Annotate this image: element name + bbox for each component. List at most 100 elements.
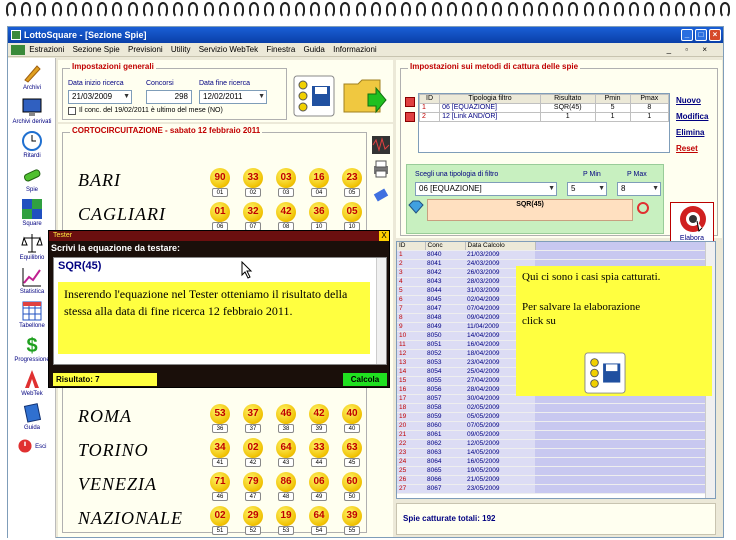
- table-row[interactable]: 21 8061 09/05/2009: [397, 430, 715, 441]
- maximize-button[interactable]: □: [695, 29, 707, 41]
- printer-icon[interactable]: [372, 160, 390, 178]
- table-row[interactable]: 19 8059 05/05/2009: [397, 412, 715, 423]
- lotto-ball[interactable]: 79: [243, 472, 263, 492]
- sidebar-item-spie[interactable]: Spie: [8, 164, 56, 193]
- lotto-ball[interactable]: 71: [210, 472, 230, 492]
- eraser-icon[interactable]: [372, 186, 390, 204]
- lotto-ball[interactable]: 06: [309, 472, 329, 492]
- menu-utility[interactable]: Utility: [171, 45, 191, 54]
- lotto-ball[interactable]: 53: [210, 404, 230, 424]
- reset-link[interactable]: Reset: [676, 144, 698, 153]
- sidebar-item-esci[interactable]: Esci: [8, 438, 56, 455]
- close-button[interactable]: ×: [709, 29, 721, 41]
- lotto-ball[interactable]: 63: [342, 438, 362, 458]
- methods-col-header[interactable]: ID: [418, 94, 441, 104]
- lotto-ball[interactable]: 23: [342, 168, 362, 188]
- table-row[interactable]: 1 06 [EQUAZIONE] SQR(45) 5 8: [418, 103, 670, 113]
- cancel-icon[interactable]: [637, 202, 649, 214]
- sidebar-item-guida[interactable]: Guida: [8, 402, 56, 431]
- move-up-icon[interactable]: [405, 97, 415, 107]
- lotto-ball[interactable]: 05: [342, 202, 362, 222]
- menu-sezione-spie[interactable]: Sezione Spie: [73, 45, 120, 54]
- lotto-ball[interactable]: 86: [276, 472, 296, 492]
- table-row[interactable]: 18 8058 02/05/2009: [397, 403, 715, 414]
- tester-close-button[interactable]: X: [379, 231, 389, 241]
- expression-box[interactable]: SQR(45): [427, 199, 633, 221]
- table-row[interactable]: 24 8064 16/05/2009: [397, 457, 715, 468]
- lotto-ball[interactable]: 02: [243, 438, 263, 458]
- spies-col-header[interactable]: Conc: [425, 242, 466, 252]
- menu-guida[interactable]: Guida: [304, 45, 325, 54]
- last-month-checkbox[interactable]: [68, 107, 76, 115]
- table-row[interactable]: 26 8066 21/05/2009: [397, 475, 715, 486]
- spy-conc: 8061: [425, 430, 465, 441]
- spiral-ring: [82, 2, 92, 18]
- menu-finestra[interactable]: Finestra: [266, 45, 295, 54]
- table-row[interactable]: 1 8040 21/03/2009: [397, 250, 715, 261]
- menu-estrazioni[interactable]: Estrazioni: [29, 45, 64, 54]
- lotto-ball[interactable]: 42: [276, 202, 296, 222]
- lotto-ball[interactable]: 33: [309, 438, 329, 458]
- lotto-ball[interactable]: 34: [210, 438, 230, 458]
- sidebar-item-square[interactable]: Square: [8, 198, 56, 227]
- sidebar-item-archivi[interactable]: Archivi: [8, 62, 56, 91]
- lotto-ball[interactable]: 40: [342, 404, 362, 424]
- elabora-button[interactable]: Elabora: [670, 202, 714, 244]
- waveform-icon[interactable]: [372, 136, 390, 154]
- menu-previsioni[interactable]: Previsioni: [128, 45, 163, 54]
- sidebar-item-archivi-derivati[interactable]: Archivi derivati: [8, 96, 56, 125]
- spies-col-header[interactable]: Data Calcolo: [465, 242, 536, 252]
- general-title: Impostazioni generali: [70, 62, 156, 71]
- minimize-button[interactable]: _: [681, 29, 693, 41]
- methods-col-header[interactable]: Pmax: [629, 94, 670, 104]
- methods-col-header[interactable]: Risultato: [539, 94, 596, 104]
- menu-informazioni[interactable]: Informazioni: [333, 45, 377, 54]
- lotto-ball[interactable]: 64: [309, 506, 329, 526]
- table-row[interactable]: 25 8065 19/05/2009: [397, 466, 715, 477]
- lotto-ball[interactable]: 32: [243, 202, 263, 222]
- concorsi-field[interactable]: 298: [146, 90, 192, 104]
- lotto-ball[interactable]: 03: [276, 168, 296, 188]
- move-down-icon[interactable]: [405, 112, 415, 122]
- lotto-ball[interactable]: 02: [210, 506, 230, 526]
- lotto-ball[interactable]: 46: [276, 404, 296, 424]
- pmin-combo[interactable]: 5: [567, 182, 607, 196]
- lotto-ball[interactable]: 36: [309, 202, 329, 222]
- table-row[interactable]: 2 12 [Link AND/OR] 1 1 1: [418, 112, 670, 122]
- sidebar-item-ritardi[interactable]: Ritardi: [8, 130, 56, 159]
- filter-combo[interactable]: 06 [EQUAZIONE]: [415, 182, 557, 196]
- lotto-ball[interactable]: 37: [243, 404, 263, 424]
- table-row[interactable]: 20 8060 07/05/2009: [397, 421, 715, 432]
- lotto-ball[interactable]: 33: [243, 168, 263, 188]
- modifica-link[interactable]: Modifica: [676, 112, 708, 121]
- lotto-ball[interactable]: 64: [276, 438, 296, 458]
- calcola-button[interactable]: Calcola: [343, 373, 387, 386]
- lotto-ball[interactable]: 42: [309, 404, 329, 424]
- lotto-ball[interactable]: 29: [243, 506, 263, 526]
- equation-scrollbar[interactable]: [376, 258, 386, 364]
- lotto-ball[interactable]: 19: [276, 506, 296, 526]
- mdi-controls[interactable]: _ ▫ ×: [667, 43, 713, 57]
- table-cell: 1: [418, 103, 441, 113]
- methods-col-header[interactable]: Pmin: [594, 94, 631, 104]
- end-date-field[interactable]: 12/02/2011: [199, 90, 267, 104]
- start-date-field[interactable]: 21/03/2009: [68, 90, 132, 104]
- lotto-ball[interactable]: 16: [309, 168, 329, 188]
- table-row[interactable]: 23 8063 14/05/2009: [397, 448, 715, 459]
- lotto-ball[interactable]: 90: [210, 168, 230, 188]
- table-row[interactable]: 27 8067 23/05/2009: [397, 484, 715, 495]
- pmax-combo[interactable]: 8: [617, 182, 661, 196]
- spies-col-header[interactable]: ID: [397, 242, 426, 252]
- lotto-ball[interactable]: 39: [342, 506, 362, 526]
- elimina-link[interactable]: Elimina: [676, 128, 704, 137]
- save-elaboration-icon[interactable]: [292, 74, 336, 118]
- diamond-icon[interactable]: [407, 200, 425, 214]
- menu-servizio-webtek[interactable]: Servizio WebTek: [199, 45, 258, 54]
- equation-input[interactable]: SQR(45) Inserendo l'equazione nel Tester…: [53, 257, 387, 365]
- methods-col-header[interactable]: Tipologia filtro: [439, 94, 541, 104]
- open-folder-icon[interactable]: [342, 72, 390, 118]
- table-row[interactable]: 22 8062 12/05/2009: [397, 439, 715, 450]
- lotto-ball[interactable]: 01: [210, 202, 230, 222]
- nuovo-link[interactable]: Nuovo: [676, 96, 701, 105]
- lotto-ball[interactable]: 60: [342, 472, 362, 492]
